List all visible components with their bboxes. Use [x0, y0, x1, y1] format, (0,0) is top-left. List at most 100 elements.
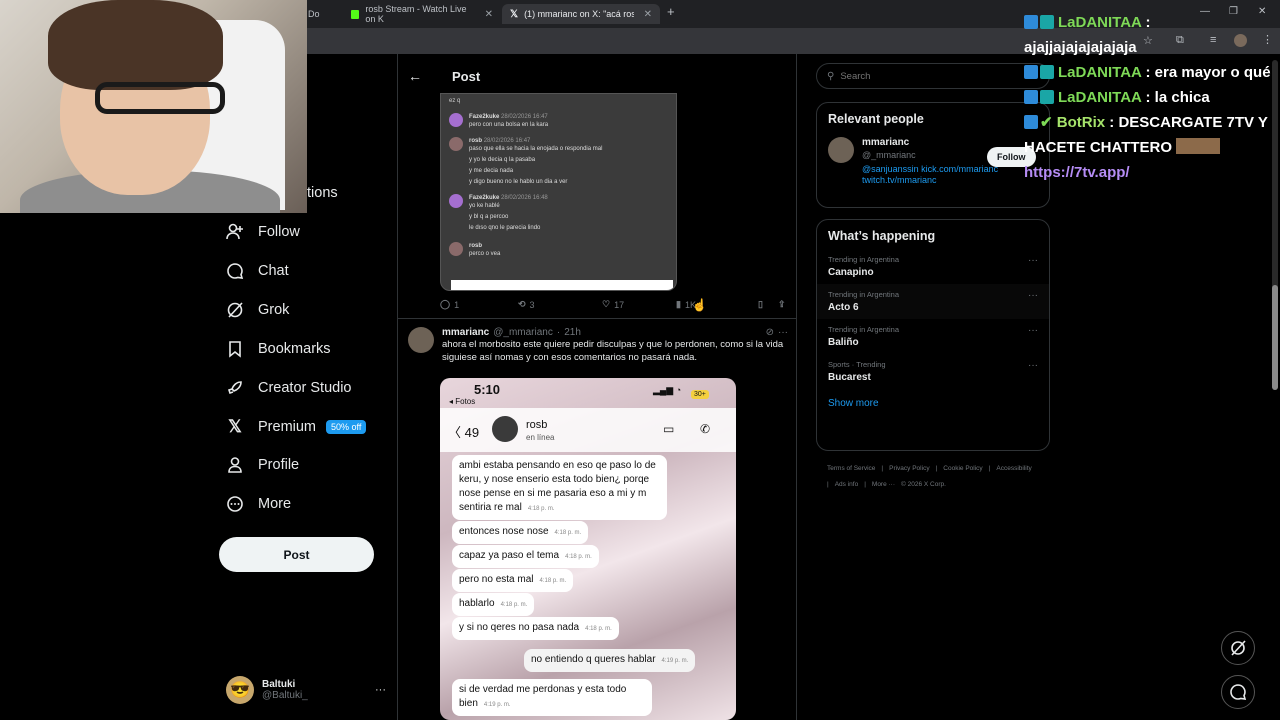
- trend-item[interactable]: Trending in Argentina Acto 6 ···: [817, 284, 1049, 319]
- copyright: © 2026 X Corp.: [901, 481, 946, 488]
- video-call-icon[interactable]: ▭: [663, 422, 674, 436]
- views-button[interactable]: ▮ 1K: [676, 299, 758, 310]
- reply-button[interactable]: ◯ 1: [440, 299, 518, 310]
- sidebar-item-chat[interactable]: Chat: [226, 262, 289, 280]
- sidebar-item-label: Creator Studio: [258, 380, 352, 396]
- more-icon[interactable]: ···: [778, 327, 788, 338]
- chat-back-button[interactable]: 〈 49: [448, 422, 479, 441]
- close-tab-icon[interactable]: ✕: [485, 9, 493, 20]
- sidebar-item-premium[interactable]: 𝕏 Premium 50% off: [226, 417, 367, 436]
- footer-link[interactable]: Cookie Policy: [943, 465, 982, 472]
- back-arrow-icon[interactable]: ←: [408, 68, 422, 84]
- trend-item[interactable]: Trending in Argentina Canapino ···: [817, 249, 1049, 284]
- person-name[interactable]: mmarianc: [862, 137, 998, 148]
- panel-title: What’s happening: [828, 229, 936, 243]
- person-handle[interactable]: @_mmarianc: [862, 150, 998, 160]
- sidebar-item-creator-studio[interactable]: Creator Studio: [226, 379, 352, 397]
- sidebar-item-label: Premium: [258, 419, 317, 435]
- grok-icon: [226, 301, 244, 319]
- sidebar-item-bookmarks[interactable]: Bookmarks: [226, 340, 331, 358]
- avatar: 😎: [226, 676, 254, 704]
- grok-fab-button[interactable]: [1221, 631, 1255, 665]
- post-action-bar: ◯ 1 ⟲ 3 ♡ 17 ▮ 1K ▯ ⇪: [440, 299, 790, 310]
- sidebar-item-profile[interactable]: Profile: [226, 456, 299, 474]
- chat-message: LaDANITAA : la chica: [1024, 85, 1280, 110]
- footer-link[interactable]: Ads info: [835, 481, 859, 488]
- rocket-icon: [226, 379, 244, 397]
- browser-tab-x[interactable]: 𝕏 (1) mmarianc on X: "acá rosb le ✕: [502, 4, 660, 24]
- scrollbar-thumb[interactable]: [1272, 285, 1278, 390]
- post-button[interactable]: Post: [219, 537, 374, 572]
- repost-count: 3: [529, 299, 535, 310]
- chat-message: LaDANITAA : ajajjajajajajajaja: [1024, 14, 1151, 56]
- streamer-hair: [48, 0, 223, 90]
- reply-icon: ◯: [440, 299, 451, 309]
- avatar[interactable]: [408, 327, 434, 353]
- like-button[interactable]: ♡ 17: [602, 299, 676, 310]
- discord-message: rosb perco o vea: [449, 242, 668, 258]
- person-bio-links[interactable]: @sanjuanssin kick.com/mmarianc: [862, 164, 998, 174]
- post-image-discord[interactable]: ez q Faze2kuke 28/02/2026 16:47 pero con …: [440, 93, 677, 291]
- message-bubble: capaz ya paso el tema 4:18 p. m.: [452, 545, 599, 568]
- footer-link[interactable]: Accessibility: [996, 465, 1031, 472]
- phone-back-label: ◂ Fotos: [449, 397, 476, 406]
- tweet-author-name[interactable]: mmarianc: [442, 327, 489, 338]
- share-button[interactable]: ⇪: [778, 299, 786, 310]
- grok-icon[interactable]: ⊘: [766, 327, 774, 338]
- footer-link[interactable]: Terms of Service: [827, 465, 875, 472]
- footer-links: Terms of Service | Privacy Policy | Cookie…: [827, 465, 1032, 488]
- more-icon[interactable]: ···: [1028, 325, 1038, 348]
- message-bubble: y si no qeres no pasa nada 4:18 p. m.: [452, 617, 619, 640]
- sidebar-item-follow[interactable]: Follow: [226, 223, 300, 241]
- column-divider-right: [796, 54, 797, 720]
- person-add-icon: [226, 223, 244, 241]
- trend-item[interactable]: Trending in Argentina Baliño ···: [817, 319, 1049, 354]
- tweet-text: ahora el morbosito este quiere pedir dis…: [442, 339, 784, 363]
- footer-link[interactable]: More ···: [872, 481, 895, 488]
- badge-icon: [1040, 65, 1054, 79]
- message-bubble: hablarlo 4:18 p. m.: [452, 593, 535, 616]
- person-bio-link[interactable]: twitch.tv/mmarianc: [862, 175, 998, 185]
- tweet-time[interactable]: 21h: [564, 327, 581, 338]
- post-image-whatsapp[interactable]: 5:10 ◂ Fotos ▂▄▆ ◔ 30+ 〈 49 rosb en líne…: [440, 378, 736, 720]
- sidebar-item-more[interactable]: More: [226, 495, 291, 513]
- sidebar-item-grok[interactable]: Grok: [226, 301, 289, 319]
- reply-tweet[interactable]: mmarianc @_mmarianc · 21h ⊘ ··· ahora el…: [408, 327, 788, 364]
- phone-call-icon[interactable]: ✆: [700, 422, 710, 436]
- new-tab-button[interactable]: +: [667, 4, 675, 19]
- page-title: Post: [452, 68, 481, 84]
- browser-tab-kick[interactable]: rosb Stream - Watch Live on K ✕: [343, 4, 501, 24]
- sidebar-item-label: Profile: [258, 457, 300, 473]
- whats-happening-panel: What’s happening Trending in Argentina Ca…: [816, 219, 1050, 451]
- like-count: 17: [614, 299, 625, 310]
- tweet-author-handle[interactable]: @_mmarianc: [493, 327, 553, 338]
- messages-fab-button[interactable]: [1221, 675, 1255, 709]
- signal-wifi-icon: ▂▄▆ ◔: [653, 385, 682, 395]
- x-favicon-icon: 𝕏: [510, 8, 519, 20]
- trend-item[interactable]: Sports · Trending Bucarest ···: [817, 354, 1049, 389]
- more-icon[interactable]: ···: [1028, 255, 1038, 278]
- avatar[interactable]: [828, 137, 854, 163]
- page-scrollbar[interactable]: [1272, 60, 1278, 390]
- bookmark-button[interactable]: ▯: [758, 299, 778, 310]
- sidebar-item-label: Follow: [258, 224, 300, 240]
- account-menu-icon[interactable]: ···: [375, 684, 386, 696]
- sidebar-item-partial[interactable]: tions: [307, 185, 338, 201]
- avatar: [449, 113, 463, 127]
- more-icon[interactable]: ···: [1028, 360, 1038, 383]
- search-field[interactable]: ⚲: [816, 63, 1050, 89]
- more-icon[interactable]: ···: [1028, 290, 1038, 313]
- footer-link[interactable]: Privacy Policy: [889, 465, 929, 472]
- account-switcher[interactable]: 😎 Baltuki @Baltuki_ ···: [226, 674, 386, 706]
- relevant-people-panel: Relevant people mmarianc @_mmarianc @san…: [816, 102, 1050, 208]
- chat-link[interactable]: https://7tv.app/: [1024, 160, 1280, 185]
- repost-icon: ⟲: [518, 299, 526, 309]
- bookmark-icon: ▯: [758, 299, 763, 309]
- reply-count: 1: [454, 299, 460, 310]
- more-circle-icon: [226, 495, 244, 513]
- search-input[interactable]: [840, 70, 1021, 82]
- close-tab-icon[interactable]: ✕: [644, 9, 652, 20]
- emote-icon: [1176, 138, 1221, 154]
- repost-button[interactable]: ⟲ 3: [518, 299, 602, 310]
- show-more-link[interactable]: Show more: [817, 389, 1049, 418]
